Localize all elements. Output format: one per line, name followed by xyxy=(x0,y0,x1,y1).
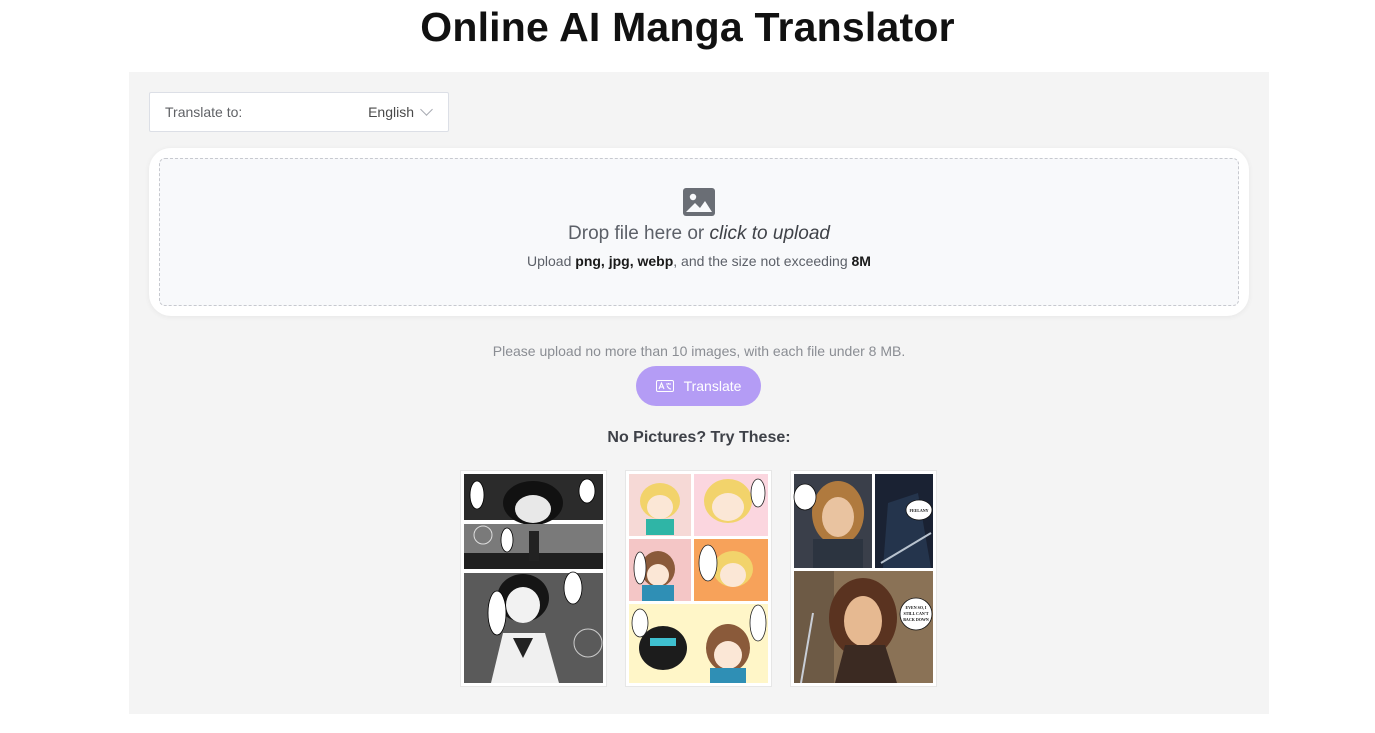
bubble-line-1: EVEN SO, I xyxy=(905,605,926,610)
upload-formats: png, jpg, webp xyxy=(575,253,674,269)
drop-text-prefix: Drop file here or xyxy=(568,223,710,244)
language-select-label: Translate to: xyxy=(165,104,243,120)
image-icon xyxy=(683,188,715,216)
manga-sample-comic-icon: FEELANY EVEN SO, I STILL CAN'T BACK DOWN xyxy=(793,473,934,684)
bubble-line-2: STILL CAN'T xyxy=(903,611,928,616)
sample-image-bw-manga[interactable] xyxy=(460,470,607,687)
bubble-line-3: BACK DOWN xyxy=(903,617,929,622)
translate-button[interactable]: Translate xyxy=(636,366,761,406)
language-select[interactable]: Translate to: English xyxy=(149,92,449,132)
upload-hint-prefix: Upload xyxy=(527,253,576,269)
manga-sample-color-icon xyxy=(628,473,769,684)
translator-panel: Translate to: English Drop file here or … xyxy=(129,72,1269,714)
upload-hint-middle: , and the size not exceeding xyxy=(673,253,852,269)
upload-dropzone[interactable]: Drop file here or click to upload Upload… xyxy=(159,158,1239,306)
sample-image-color-manga[interactable] xyxy=(625,470,772,687)
upload-card: Drop file here or click to upload Upload… xyxy=(149,148,1249,316)
upload-limit-note: Please upload no more than 10 images, wi… xyxy=(492,343,906,359)
drop-text: Drop file here or click to upload xyxy=(160,223,1238,245)
sample-gallery: FEELANY EVEN SO, I STILL CAN'T BACK DOWN xyxy=(460,470,937,687)
click-to-upload-link[interactable]: click to upload xyxy=(710,223,830,244)
language-select-value: English xyxy=(368,104,414,120)
chevron-down-icon xyxy=(420,103,433,116)
translate-icon xyxy=(655,380,674,392)
upload-max-size: 8M xyxy=(851,253,871,269)
sample-image-comic[interactable]: FEELANY EVEN SO, I STILL CAN'T BACK DOWN xyxy=(790,470,937,687)
page-title: Online AI Manga Translator xyxy=(420,4,955,50)
samples-heading: No Pictures? Try These: xyxy=(607,429,791,446)
translate-button-label: Translate xyxy=(683,378,742,394)
bubble-feelany: FEELANY xyxy=(909,508,928,513)
manga-sample-bw-icon xyxy=(463,473,604,684)
upload-hint: Upload png, jpg, webp, and the size not … xyxy=(160,253,1238,269)
